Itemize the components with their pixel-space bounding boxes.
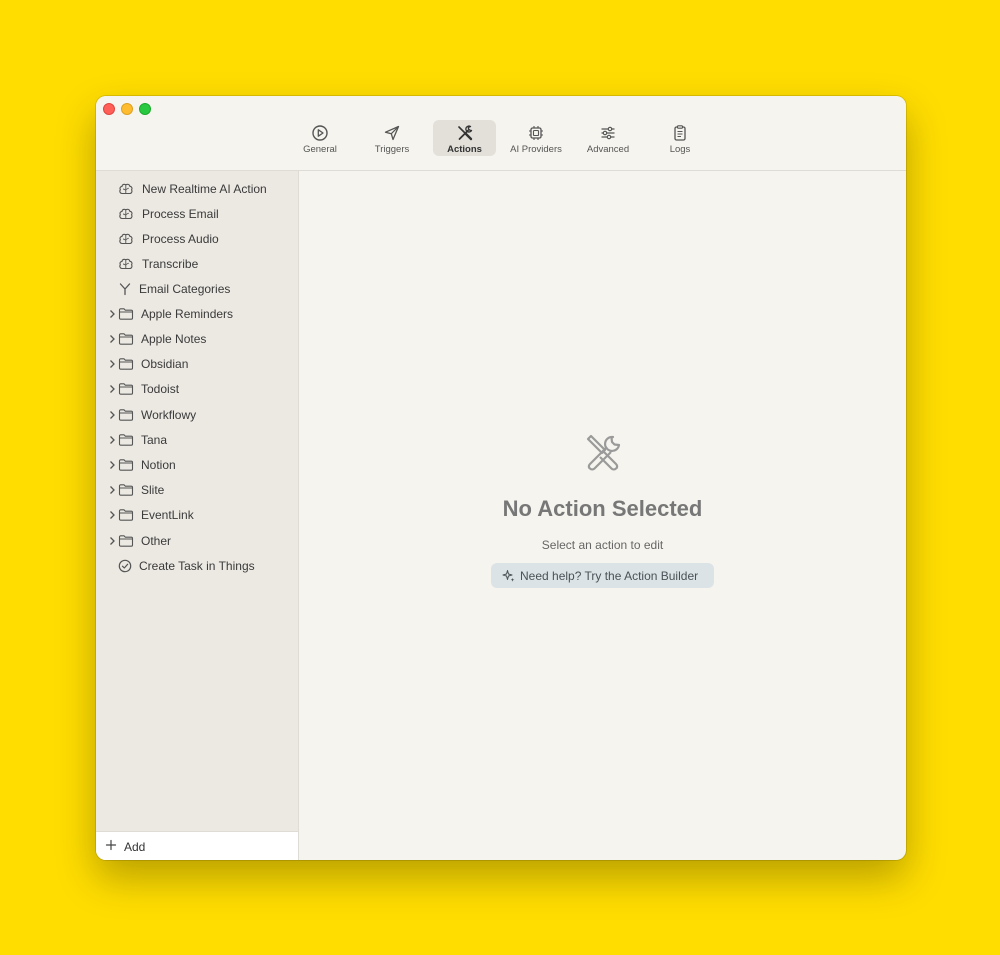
sidebar-item-label: Apple Reminders: [141, 307, 234, 321]
brain-icon: [119, 258, 133, 270]
tab-label: Logs: [669, 144, 691, 155]
sidebar-item-apple-reminders[interactable]: Apple Reminders: [96, 303, 299, 325]
tab-triggers[interactable]: Triggers: [360, 120, 424, 156]
sidebar-item-process-audio[interactable]: Process Audio: [96, 228, 299, 250]
chevron-right-icon[interactable]: [108, 460, 116, 470]
sidebar-item-label: Tana: [141, 433, 168, 447]
sliders-icon: [601, 126, 615, 140]
clipboard-icon: [674, 125, 686, 141]
sidebar-item-label: Apple Notes: [141, 332, 207, 346]
zoom-window-button[interactable]: [139, 103, 151, 115]
plus-icon: [105, 839, 117, 851]
sidebar-item-transcribe[interactable]: Transcribe: [96, 253, 299, 275]
chevron-right-icon[interactable]: [108, 536, 116, 546]
folder-icon: [118, 484, 134, 496]
sidebar-item-process-email[interactable]: Process Email: [96, 203, 299, 225]
sidebar-item-todoist[interactable]: Todoist: [96, 378, 299, 400]
sidebar: New Realtime AI Action Process Email Pro…: [96, 171, 299, 860]
tab-label: Advanced: [586, 144, 630, 155]
folder-icon: [118, 409, 134, 421]
play-circle-icon: [312, 125, 328, 141]
branch-icon: [119, 283, 131, 296]
tab-logs[interactable]: Logs: [648, 120, 712, 156]
sidebar-item-label: Notion: [141, 458, 176, 472]
sparkle-icon: [502, 570, 515, 582]
sidebar-item-label: New Realtime AI Action: [142, 182, 267, 196]
sidebar-item-other[interactable]: Other: [96, 530, 299, 552]
sidebar-item-label: Process Audio: [142, 232, 219, 246]
sidebar-item-create-task-in-things[interactable]: Create Task in Things: [96, 555, 299, 577]
empty-state-subtitle: Select an action to edit: [541, 538, 664, 552]
chevron-right-icon[interactable]: [108, 384, 116, 394]
add-label: Add: [124, 840, 146, 854]
tab-label: Actions: [447, 144, 482, 155]
sidebar-item-slite[interactable]: Slite: [96, 479, 299, 501]
minimize-window-button[interactable]: [121, 103, 133, 115]
brain-icon: [119, 208, 133, 220]
empty-state-title: No Action Selected: [502, 496, 703, 521]
chevron-right-icon[interactable]: [108, 510, 116, 520]
sidebar-item-obsidian[interactable]: Obsidian: [96, 353, 299, 375]
sidebar-item-tana[interactable]: Tana: [96, 429, 299, 451]
tools-icon: [586, 434, 621, 471]
cpu-chip-icon: [529, 126, 543, 140]
folder-icon: [118, 434, 134, 446]
folder-icon: [118, 333, 134, 345]
chevron-right-icon[interactable]: [108, 309, 116, 319]
sidebar-item-label: Create Task in Things: [139, 559, 255, 573]
sidebar-item-email-categories[interactable]: Email Categories: [96, 278, 299, 300]
brain-icon: [119, 233, 133, 245]
folder-icon: [118, 383, 134, 395]
folder-icon: [118, 535, 134, 547]
sidebar-item-label: Email Categories: [139, 282, 231, 296]
tools-icon: [457, 125, 472, 141]
tab-label: Triggers: [374, 144, 410, 155]
action-builder-button[interactable]: Need help? Try the Action Builder: [491, 563, 714, 588]
sidebar-item-notion[interactable]: Notion: [96, 454, 299, 476]
sidebar-item-label: Process Email: [142, 207, 219, 221]
sidebar-item-label: Transcribe: [142, 257, 199, 271]
action-builder-label: Need help? Try the Action Builder: [520, 569, 699, 583]
check-circle-icon: [118, 559, 132, 573]
tab-label: General: [303, 144, 337, 155]
folder-icon: [118, 459, 134, 471]
sidebar-item-label: Todoist: [141, 382, 180, 396]
chevron-right-icon[interactable]: [108, 485, 116, 495]
sidebar-item-label: EventLink: [141, 508, 194, 522]
detail-pane: No Action Selected Select an action to e…: [299, 171, 906, 860]
sidebar-item-label: Obsidian: [141, 357, 189, 371]
title-bar: General Triggers Actions AI Providers Ad…: [96, 96, 906, 171]
sidebar-item-apple-notes[interactable]: Apple Notes: [96, 328, 299, 350]
tab-actions[interactable]: Actions: [433, 120, 496, 156]
folder-icon: [118, 358, 134, 370]
chevron-right-icon[interactable]: [108, 359, 116, 369]
chevron-right-icon[interactable]: [108, 334, 116, 344]
tab-ai-providers[interactable]: AI Providers: [502, 120, 570, 156]
close-window-button[interactable]: [103, 103, 115, 115]
tab-advanced[interactable]: Advanced: [576, 120, 640, 156]
folder-icon: [118, 308, 134, 320]
chevron-right-icon[interactable]: [108, 435, 116, 445]
add-action-button[interactable]: Add: [96, 831, 299, 860]
sidebar-item-new-realtime-ai-action[interactable]: New Realtime AI Action: [96, 178, 299, 200]
sidebar-item-label: Workflowy: [141, 408, 197, 422]
paper-plane-icon: [384, 125, 400, 141]
tab-label: AI Providers: [510, 144, 562, 155]
folder-icon: [118, 509, 134, 521]
sidebar-item-label: Other: [141, 534, 172, 548]
sidebar-item-workflowy[interactable]: Workflowy: [96, 404, 299, 426]
tab-general[interactable]: General: [288, 120, 352, 156]
sidebar-item-label: Slite: [141, 483, 165, 497]
chevron-right-icon[interactable]: [108, 410, 116, 420]
app-window: General Triggers Actions AI Providers Ad…: [96, 96, 906, 860]
sidebar-item-eventlink[interactable]: EventLink: [96, 504, 299, 526]
brain-icon: [119, 183, 133, 195]
